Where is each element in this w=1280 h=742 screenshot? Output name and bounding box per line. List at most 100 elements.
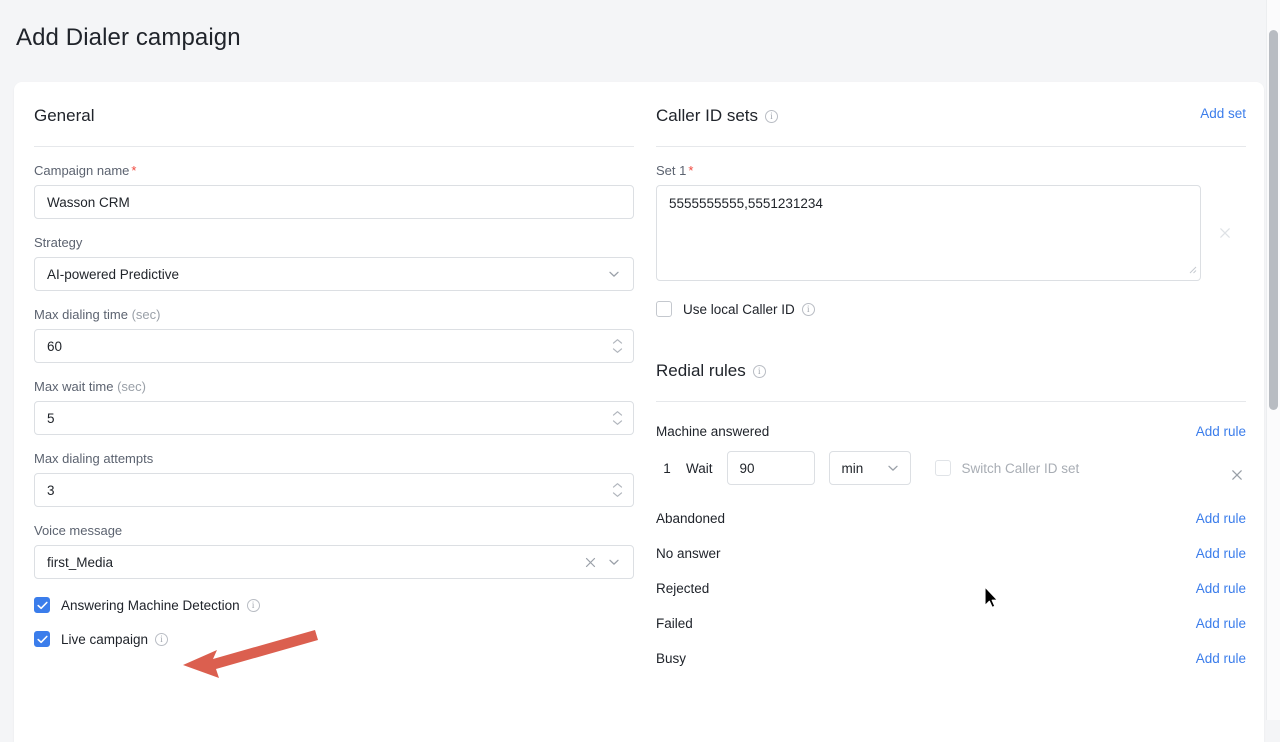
chevron-down-icon[interactable] — [607, 555, 621, 569]
max-wait-time-label: Max wait time (sec) — [34, 379, 634, 394]
live-campaign-checkbox[interactable] — [34, 631, 50, 647]
rule-group-name: Failed — [656, 616, 693, 631]
caller-id-set-1-textarea[interactable]: 5555555555,5551231234 — [656, 185, 1201, 281]
scrollbar-thumb[interactable] — [1269, 30, 1278, 410]
general-divider — [34, 146, 634, 147]
rule-unit-value: min — [841, 460, 864, 476]
check-icon — [36, 635, 48, 643]
caller-id-set-1-row: 5555555555,5551231234 — [656, 185, 1246, 281]
rule-group-header: Machine answered Add rule — [656, 424, 1246, 439]
caller-id-set-1-field: Set 1 * 5555555555,5551231234 — [656, 163, 1246, 281]
redial-rules-heading: Redial rules i — [656, 359, 1246, 383]
add-set-link[interactable]: Add set — [1200, 106, 1246, 121]
rule-group-rejected: Rejected Add rule — [656, 581, 1246, 596]
remove-caller-id-set-button[interactable] — [1215, 223, 1235, 243]
close-icon — [1220, 228, 1230, 238]
rule-wait-input[interactable]: 90 — [726, 451, 815, 485]
caller-id-set-1-label: Set 1 * — [656, 163, 1246, 178]
info-icon[interactable]: i — [752, 364, 766, 378]
max-wait-time-field: Max wait time (sec) 5 — [34, 379, 634, 435]
general-heading: General — [34, 104, 634, 128]
max-wait-time-input[interactable]: 5 — [34, 401, 634, 435]
switch-caller-id-set-label: Switch Caller ID set — [961, 460, 1080, 476]
rule-group-failed: Failed Add rule — [656, 616, 1246, 631]
info-icon[interactable]: i — [246, 598, 260, 612]
info-icon[interactable]: i — [801, 302, 815, 316]
max-wait-time-value: 5 — [47, 410, 55, 426]
rule-group-name: Machine answered — [656, 424, 770, 439]
number-stepper[interactable] — [612, 483, 623, 498]
add-rule-link[interactable]: Add rule — [1196, 651, 1246, 666]
voice-message-select[interactable]: first_Media — [34, 545, 634, 579]
add-rule-link[interactable]: Add rule — [1196, 616, 1246, 631]
max-dialing-time-label-text: Max dialing time — [34, 307, 128, 322]
voice-message-value: first_Media — [47, 554, 114, 570]
campaign-name-field: Campaign name * Wasson CRM — [34, 163, 634, 219]
general-column: General Campaign name * Wasson CRM Strate… — [34, 82, 634, 647]
stepper-up-icon — [612, 483, 623, 488]
rule-group-abandoned: Abandoned Add rule — [656, 511, 1246, 526]
general-heading-text: General — [34, 106, 95, 125]
caller-id-and-rules-column: Caller ID sets i Add set Set 1 * 55555555… — [656, 82, 1246, 666]
rule-group-no-answer: No answer Add rule — [656, 546, 1246, 561]
chevron-down-icon[interactable] — [607, 267, 621, 281]
rule-group-busy: Busy Add rule — [656, 651, 1246, 666]
switch-caller-id-set-checkbox[interactable] — [934, 460, 951, 476]
redial-rules-section-header: Redial rules i — [656, 359, 1246, 402]
use-local-caller-id-row[interactable]: Use local Caller ID i — [656, 301, 1246, 317]
caller-id-set-1-value: 5555555555,5551231234 — [669, 196, 823, 211]
stepper-down-icon — [612, 492, 623, 497]
add-rule-link[interactable]: Add rule — [1196, 581, 1246, 596]
resize-handle-icon[interactable] — [1188, 262, 1197, 277]
info-icon[interactable]: i — [155, 632, 169, 646]
stepper-up-icon — [612, 339, 623, 344]
rule-unit-select[interactable]: min — [828, 451, 911, 485]
scrollbar-track[interactable] — [1266, 0, 1280, 720]
general-section-header: General — [34, 104, 634, 147]
add-rule-link[interactable]: Add rule — [1196, 546, 1246, 561]
close-icon[interactable] — [584, 556, 597, 569]
caller-id-sets-section-header: Caller ID sets i Add set — [656, 104, 1246, 147]
caller-id-set-1-required-mark: * — [688, 163, 694, 178]
live-campaign-label: Live campaign — [61, 631, 149, 647]
rule-wait-value: 90 — [739, 460, 755, 476]
campaign-name-input[interactable]: Wasson CRM — [34, 185, 634, 219]
strategy-select[interactable]: AI-powered Predictive — [34, 257, 634, 291]
check-icon — [36, 601, 48, 609]
close-icon — [1232, 470, 1242, 480]
chevron-down-icon[interactable] — [886, 461, 900, 475]
rule-group-name: Busy — [656, 651, 687, 666]
number-stepper[interactable] — [612, 411, 623, 426]
rule-group-name: No answer — [656, 546, 721, 561]
live-campaign-row[interactable]: Live campaign i — [34, 631, 634, 647]
stepper-down-icon — [612, 420, 623, 425]
switch-caller-id-set-row[interactable]: Switch Caller ID set — [934, 460, 1080, 476]
use-local-caller-id-checkbox[interactable] — [656, 301, 672, 317]
strategy-field: Strategy AI-powered Predictive — [34, 235, 634, 291]
answering-machine-detection-label: Answering Machine Detection — [61, 597, 240, 613]
max-dialing-attempts-input[interactable]: 3 — [34, 473, 634, 507]
caller-id-sets-heading: Caller ID sets i — [656, 104, 1246, 128]
strategy-value: AI-powered Predictive — [47, 266, 180, 282]
answering-machine-detection-checkbox[interactable] — [34, 597, 50, 613]
number-stepper[interactable] — [612, 339, 623, 354]
max-dialing-attempts-value: 3 — [47, 482, 55, 498]
answering-machine-detection-row[interactable]: Answering Machine Detection i — [34, 597, 634, 613]
max-dialing-time-field: Max dialing time (sec) 60 — [34, 307, 634, 363]
max-dialing-time-unit: (sec) — [131, 307, 161, 322]
redial-rules-heading-text: Redial rules — [656, 361, 746, 380]
rule-group-name: Abandoned — [656, 511, 726, 526]
add-rule-link[interactable]: Add rule — [1196, 424, 1246, 439]
campaign-name-value: Wasson CRM — [47, 194, 130, 210]
max-wait-time-label-text: Max wait time — [34, 379, 114, 394]
rule-row: 1 Wait 90 min Switch Caller ID set — [656, 451, 1246, 485]
voice-message-field: Voice message first_Media — [34, 523, 634, 579]
strategy-label: Strategy — [34, 235, 83, 250]
campaign-name-label-text: Campaign name — [34, 163, 130, 178]
max-dialing-time-value: 60 — [47, 338, 63, 354]
add-rule-link[interactable]: Add rule — [1196, 511, 1246, 526]
info-icon[interactable]: i — [765, 109, 779, 123]
max-dialing-time-input[interactable]: 60 — [34, 329, 634, 363]
remove-rule-button[interactable] — [1230, 468, 1244, 487]
campaign-name-required-mark: * — [131, 163, 137, 178]
